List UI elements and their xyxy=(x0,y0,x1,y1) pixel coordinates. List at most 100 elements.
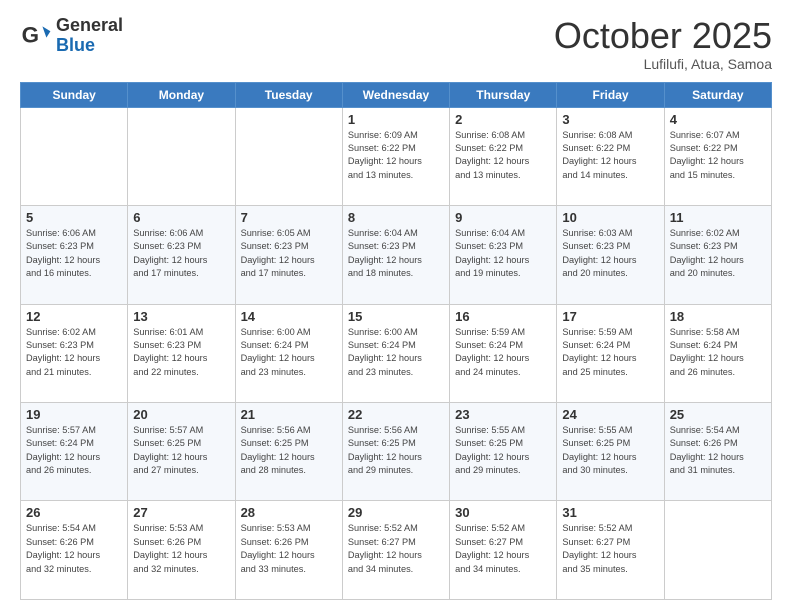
logo-blue-text: Blue xyxy=(56,36,123,56)
calendar: SundayMondayTuesdayWednesdayThursdayFrid… xyxy=(20,82,772,600)
header: G General Blue October 2025 Lufilufi, At… xyxy=(20,16,772,72)
week-row-5: 26 Sunrise: 5:54 AM Sunset: 6:26 PM Dayli… xyxy=(21,501,772,600)
day-number: 28 xyxy=(241,505,337,520)
day-cell: 28 Sunrise: 5:53 AM Sunset: 6:26 PM Dayli… xyxy=(235,501,342,600)
week-row-2: 5 Sunrise: 6:06 AM Sunset: 6:23 PM Daylig… xyxy=(21,206,772,304)
day-cell: 27 Sunrise: 5:53 AM Sunset: 6:26 PM Dayli… xyxy=(128,501,235,600)
day-cell: 15Sunrise: 6:00 AM Sunset: 6:24 PM Dayli… xyxy=(342,304,449,402)
day-info: Sunrise: 5:54 AM Sunset: 6:26 PM Dayligh… xyxy=(26,522,122,575)
day-number: 24 xyxy=(562,407,658,422)
day-number: 27 xyxy=(133,505,229,520)
calendar-body: 1Sunrise: 6:09 AM Sunset: 6:22 PM Daylig… xyxy=(21,107,772,599)
day-info: Sunrise: 5:59 AM Sunset: 6:24 PM Dayligh… xyxy=(455,326,551,379)
day-number: 17 xyxy=(562,309,658,324)
location: Lufilufi, Atua, Samoa xyxy=(554,56,772,72)
weekday-friday: Friday xyxy=(557,82,664,107)
day-number: 4 xyxy=(670,112,766,127)
day-cell: 24 Sunrise: 5:55 AM Sunset: 6:25 PM Dayli… xyxy=(557,403,664,501)
logo: G General Blue xyxy=(20,16,123,56)
day-number: 14 xyxy=(241,309,337,324)
day-number: 8 xyxy=(348,210,444,225)
day-number: 19 xyxy=(26,407,122,422)
day-info: Sunrise: 6:00 AM Sunset: 6:24 PM Dayligh… xyxy=(348,326,444,379)
day-info: Sunrise: 6:05 AM Sunset: 6:23 PM Dayligh… xyxy=(241,227,337,280)
day-cell: 17 Sunrise: 5:59 AM Sunset: 6:24 PM Dayli… xyxy=(557,304,664,402)
svg-text:G: G xyxy=(22,22,39,47)
day-cell: 4 Sunrise: 6:07 AM Sunset: 6:22 PM Daylig… xyxy=(664,107,771,205)
day-cell: 11 Sunrise: 6:02 AM Sunset: 6:23 PM Dayli… xyxy=(664,206,771,304)
day-info: Sunrise: 5:52 AM Sunset: 6:27 PM Dayligh… xyxy=(562,522,658,575)
day-info: Sunrise: 5:59 AM Sunset: 6:24 PM Dayligh… xyxy=(562,326,658,379)
day-info: Sunrise: 5:54 AM Sunset: 6:26 PM Dayligh… xyxy=(670,424,766,477)
month-title: October 2025 xyxy=(554,16,772,56)
day-cell: 1Sunrise: 6:09 AM Sunset: 6:22 PM Daylig… xyxy=(342,107,449,205)
day-info: Sunrise: 5:53 AM Sunset: 6:26 PM Dayligh… xyxy=(133,522,229,575)
day-cell: 19 Sunrise: 5:57 AM Sunset: 6:24 PM Dayli… xyxy=(21,403,128,501)
day-info: Sunrise: 6:02 AM Sunset: 6:23 PM Dayligh… xyxy=(670,227,766,280)
day-cell: 22 Sunrise: 5:56 AM Sunset: 6:25 PM Dayli… xyxy=(342,403,449,501)
day-number: 2 xyxy=(455,112,551,127)
day-number: 22 xyxy=(348,407,444,422)
day-cell: 18 Sunrise: 5:58 AM Sunset: 6:24 PM Dayli… xyxy=(664,304,771,402)
day-info: Sunrise: 6:06 AM Sunset: 6:23 PM Dayligh… xyxy=(26,227,122,280)
day-cell: 2 Sunrise: 6:08 AM Sunset: 6:22 PM Daylig… xyxy=(450,107,557,205)
day-cell: 31Sunrise: 5:52 AM Sunset: 6:27 PM Dayli… xyxy=(557,501,664,600)
day-info: Sunrise: 6:00 AM Sunset: 6:24 PM Dayligh… xyxy=(241,326,337,379)
day-number: 20 xyxy=(133,407,229,422)
day-number: 13 xyxy=(133,309,229,324)
logo-icon: G xyxy=(20,20,52,52)
day-info: Sunrise: 5:57 AM Sunset: 6:24 PM Dayligh… xyxy=(26,424,122,477)
weekday-header-row: SundayMondayTuesdayWednesdayThursdayFrid… xyxy=(21,82,772,107)
day-cell: 8 Sunrise: 6:04 AM Sunset: 6:23 PM Daylig… xyxy=(342,206,449,304)
day-info: Sunrise: 6:02 AM Sunset: 6:23 PM Dayligh… xyxy=(26,326,122,379)
day-cell xyxy=(235,107,342,205)
day-cell: 30Sunrise: 5:52 AM Sunset: 6:27 PM Dayli… xyxy=(450,501,557,600)
day-info: Sunrise: 6:04 AM Sunset: 6:23 PM Dayligh… xyxy=(348,227,444,280)
week-row-1: 1Sunrise: 6:09 AM Sunset: 6:22 PM Daylig… xyxy=(21,107,772,205)
day-number: 11 xyxy=(670,210,766,225)
day-number: 18 xyxy=(670,309,766,324)
week-row-3: 12 Sunrise: 6:02 AM Sunset: 6:23 PM Dayli… xyxy=(21,304,772,402)
day-cell: 25Sunrise: 5:54 AM Sunset: 6:26 PM Dayli… xyxy=(664,403,771,501)
day-info: Sunrise: 6:04 AM Sunset: 6:23 PM Dayligh… xyxy=(455,227,551,280)
day-info: Sunrise: 5:56 AM Sunset: 6:25 PM Dayligh… xyxy=(348,424,444,477)
weekday-monday: Monday xyxy=(128,82,235,107)
day-cell: 14 Sunrise: 6:00 AM Sunset: 6:24 PM Dayli… xyxy=(235,304,342,402)
day-cell: 5 Sunrise: 6:06 AM Sunset: 6:23 PM Daylig… xyxy=(21,206,128,304)
day-number: 3 xyxy=(562,112,658,127)
weekday-sunday: Sunday xyxy=(21,82,128,107)
day-number: 10 xyxy=(562,210,658,225)
day-number: 30 xyxy=(455,505,551,520)
day-info: Sunrise: 6:08 AM Sunset: 6:22 PM Dayligh… xyxy=(455,129,551,182)
weekday-saturday: Saturday xyxy=(664,82,771,107)
day-cell: 21Sunrise: 5:56 AM Sunset: 6:25 PM Dayli… xyxy=(235,403,342,501)
day-cell: 7Sunrise: 6:05 AM Sunset: 6:23 PM Daylig… xyxy=(235,206,342,304)
title-block: October 2025 Lufilufi, Atua, Samoa xyxy=(554,16,772,72)
weekday-thursday: Thursday xyxy=(450,82,557,107)
day-info: Sunrise: 5:56 AM Sunset: 6:25 PM Dayligh… xyxy=(241,424,337,477)
day-number: 1 xyxy=(348,112,444,127)
week-row-4: 19 Sunrise: 5:57 AM Sunset: 6:24 PM Dayli… xyxy=(21,403,772,501)
day-cell: 10Sunrise: 6:03 AM Sunset: 6:23 PM Dayli… xyxy=(557,206,664,304)
day-number: 29 xyxy=(348,505,444,520)
day-number: 26 xyxy=(26,505,122,520)
day-number: 9 xyxy=(455,210,551,225)
day-number: 5 xyxy=(26,210,122,225)
day-cell: 23Sunrise: 5:55 AM Sunset: 6:25 PM Dayli… xyxy=(450,403,557,501)
day-cell: 20 Sunrise: 5:57 AM Sunset: 6:25 PM Dayli… xyxy=(128,403,235,501)
day-number: 12 xyxy=(26,309,122,324)
day-info: Sunrise: 5:53 AM Sunset: 6:26 PM Dayligh… xyxy=(241,522,337,575)
day-info: Sunrise: 5:57 AM Sunset: 6:25 PM Dayligh… xyxy=(133,424,229,477)
day-cell xyxy=(21,107,128,205)
day-cell: 9 Sunrise: 6:04 AM Sunset: 6:23 PM Daylig… xyxy=(450,206,557,304)
day-cell: 12 Sunrise: 6:02 AM Sunset: 6:23 PM Dayli… xyxy=(21,304,128,402)
day-cell: 16Sunrise: 5:59 AM Sunset: 6:24 PM Dayli… xyxy=(450,304,557,402)
day-info: Sunrise: 5:58 AM Sunset: 6:24 PM Dayligh… xyxy=(670,326,766,379)
day-cell xyxy=(664,501,771,600)
day-cell: 29 Sunrise: 5:52 AM Sunset: 6:27 PM Dayli… xyxy=(342,501,449,600)
day-info: Sunrise: 6:07 AM Sunset: 6:22 PM Dayligh… xyxy=(670,129,766,182)
logo-general-text: General xyxy=(56,16,123,36)
day-number: 23 xyxy=(455,407,551,422)
day-info: Sunrise: 5:52 AM Sunset: 6:27 PM Dayligh… xyxy=(348,522,444,575)
day-info: Sunrise: 5:55 AM Sunset: 6:25 PM Dayligh… xyxy=(562,424,658,477)
